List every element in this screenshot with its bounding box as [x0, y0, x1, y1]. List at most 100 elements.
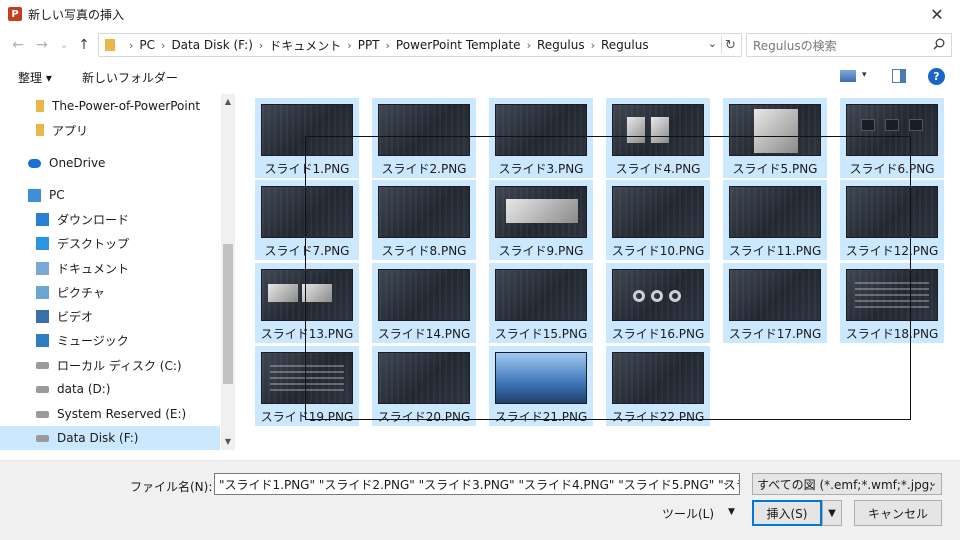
file-item[interactable]: スライド10.PNG: [606, 180, 710, 260]
preview-pane-icon[interactable]: [892, 69, 906, 83]
sidebar-item[interactable]: ドキュメント: [0, 256, 220, 280]
breadcrumb-item[interactable]: Data Disk (F:): [171, 38, 252, 52]
help-icon[interactable]: ?: [928, 68, 945, 85]
file-item[interactable]: スライド18.PNG: [840, 263, 944, 343]
sidebar-item[interactable]: Data Disk (F:): [0, 426, 220, 450]
breadcrumb-separator-icon[interactable]: ›: [161, 39, 165, 52]
file-item[interactable]: スライド19.PNG: [255, 346, 359, 426]
file-item[interactable]: スライド14.PNG: [372, 263, 476, 343]
sidebar-item[interactable]: ダウンロード: [0, 207, 220, 231]
address-bar[interactable]: › PC › Data Disk (F:) › ドキュメント › PPT › PowerPoint…: [98, 33, 742, 57]
sidebar-item-label: data (D:): [57, 382, 111, 396]
sidebar-item[interactable]: ビデオ: [0, 304, 220, 328]
file-item[interactable]: スライド7.PNG: [255, 180, 359, 260]
file-item[interactable]: スライド9.PNG: [489, 180, 593, 260]
file-item[interactable]: スライド21.PNG: [489, 346, 593, 426]
breadcrumb-separator-icon[interactable]: ›: [527, 39, 531, 52]
sidebar-item[interactable]: アプリ: [0, 118, 220, 142]
thumbnail-image: [261, 186, 353, 238]
sidebar-item-label: アプリ: [52, 123, 89, 138]
thumbnail-image: [729, 269, 821, 321]
file-name: スライド2.PNG: [381, 162, 467, 176]
breadcrumb-separator-icon[interactable]: ›: [591, 39, 595, 52]
sidebar-item[interactable]: ピクチャ: [0, 280, 220, 304]
back-arrow-icon[interactable]: ←: [8, 35, 28, 55]
file-name: スライド16.PNG: [611, 327, 705, 341]
filename-input[interactable]: "スライド1.PNG" "スライド2.PNG" "スライド3.PNG" "スライ…: [214, 473, 740, 495]
tools-dropdown-icon[interactable]: ▼: [728, 507, 735, 517]
file-item[interactable]: スライド4.PNG: [606, 98, 710, 178]
breadcrumb-separator-icon[interactable]: ›: [386, 39, 390, 52]
up-arrow-icon[interactable]: ↑: [74, 35, 94, 55]
sidebar-item-label: ミュージック: [57, 333, 129, 348]
file-item[interactable]: スライド15.PNG: [489, 263, 593, 343]
view-options-icon[interactable]: [840, 70, 856, 82]
cancel-button[interactable]: キャンセル: [854, 500, 942, 526]
sidebar-scrollbar[interactable]: ▲ ▼: [221, 94, 235, 450]
organize-button[interactable]: 整理 ▾: [18, 69, 52, 86]
address-dropdown-icon[interactable]: ⌄: [708, 37, 717, 50]
photo-graphic: [651, 117, 669, 143]
breadcrumb-item[interactable]: Regulus: [537, 38, 585, 52]
sidebar-item[interactable]: System Reserved (E:): [0, 402, 220, 426]
forward-arrow-icon[interactable]: →: [32, 35, 52, 55]
file-name: スライド11.PNG: [728, 244, 822, 258]
file-item[interactable]: スライド2.PNG: [372, 98, 476, 178]
close-button[interactable]: ✕: [914, 0, 960, 28]
sidebar-item[interactable]: OneDrive: [0, 151, 220, 175]
file-item[interactable]: スライド1.PNG: [255, 98, 359, 178]
file-item[interactable]: スライド20.PNG: [372, 346, 476, 426]
breadcrumb-item[interactable]: Regulus: [601, 38, 649, 52]
refresh-icon[interactable]: ↻: [721, 36, 739, 54]
file-name: スライド14.PNG: [377, 327, 471, 341]
insert-button[interactable]: 挿入(S): [752, 500, 822, 526]
file-item[interactable]: スライド13.PNG: [255, 263, 359, 343]
file-type-filter[interactable]: すべての図 (*.emf;*.wmf;*.jpg; ⌄: [752, 473, 942, 495]
thumbnail-image: [378, 269, 470, 321]
new-folder-button[interactable]: 新しいフォルダー: [82, 69, 178, 86]
filter-dropdown-icon[interactable]: ⌄: [929, 478, 937, 489]
onedrive-icon: [28, 158, 41, 168]
title-bar: P 新しい写真の挿入 ✕: [0, 0, 960, 28]
file-item[interactable]: スライド22.PNG: [606, 346, 710, 426]
sidebar-item[interactable]: デスクトップ: [0, 231, 220, 255]
sidebar-item[interactable]: ミュージック: [0, 328, 220, 352]
file-name: スライド12.PNG: [845, 244, 939, 258]
file-item[interactable]: スライド8.PNG: [372, 180, 476, 260]
recent-locations-icon[interactable]: ⌄: [54, 35, 74, 55]
breadcrumb-item[interactable]: PC: [139, 38, 155, 52]
file-item[interactable]: スライド17.PNG: [723, 263, 827, 343]
sidebar-item-label: デスクトップ: [57, 236, 130, 251]
view-dropdown-icon[interactable]: ▾: [862, 70, 867, 80]
search-input[interactable]: Regulusの検索: [746, 33, 952, 57]
sidebar-item[interactable]: The-Power-of-PowerPoint: [0, 94, 220, 118]
thumbnail-image: [261, 352, 353, 404]
insert-dropdown-button[interactable]: ▼: [822, 500, 842, 526]
photo-graphic: [302, 284, 332, 302]
sidebar-item[interactable]: ローカル ディスク (C:): [0, 353, 220, 377]
file-item[interactable]: スライド6.PNG: [840, 98, 944, 178]
file-item[interactable]: スライド3.PNG: [489, 98, 593, 178]
thumbnail-image: [846, 269, 938, 321]
sidebar-item[interactable]: data (D:): [0, 377, 220, 401]
file-item[interactable]: スライド12.PNG: [840, 180, 944, 260]
filename-dropdown-icon[interactable]: ⌄: [722, 477, 730, 488]
breadcrumb-separator-icon[interactable]: ›: [259, 39, 263, 52]
file-item[interactable]: スライド16.PNG: [606, 263, 710, 343]
breadcrumb-separator-icon[interactable]: ›: [129, 39, 133, 52]
photo-graphic: [754, 109, 798, 153]
file-item[interactable]: スライド5.PNG: [723, 98, 827, 178]
breadcrumb-item[interactable]: PowerPoint Template: [396, 38, 521, 52]
scroll-thumb[interactable]: [223, 244, 233, 384]
scroll-down-icon[interactable]: ▼: [221, 434, 235, 448]
breadcrumb-item[interactable]: PPT: [358, 38, 380, 52]
tools-button[interactable]: ツール(L): [662, 505, 714, 522]
download-icon: [36, 212, 49, 226]
sidebar-item[interactable]: PC: [0, 183, 220, 207]
scroll-up-icon[interactable]: ▲: [221, 94, 235, 108]
breadcrumb-item[interactable]: ドキュメント: [269, 37, 341, 54]
breadcrumb-separator-icon[interactable]: ›: [347, 39, 351, 52]
sidebar-item-label: The-Power-of-PowerPoint: [52, 99, 201, 113]
drive-icon: [36, 434, 49, 442]
file-item[interactable]: スライド11.PNG: [723, 180, 827, 260]
